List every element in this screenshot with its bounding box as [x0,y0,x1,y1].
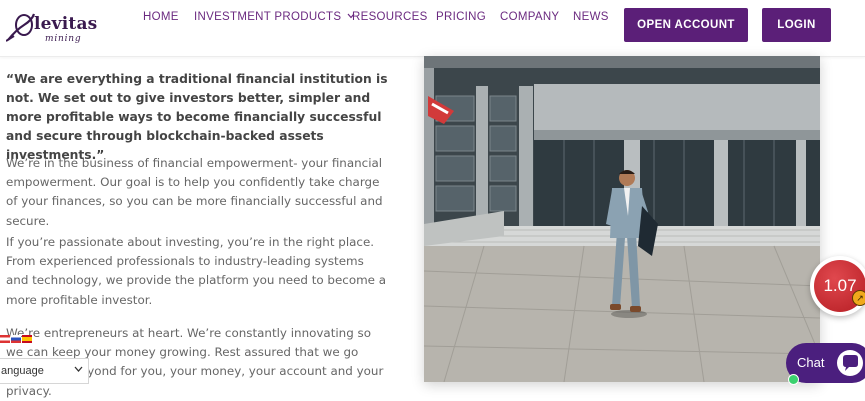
language-select[interactable]: anguage [0,358,89,384]
nav-pricing[interactable]: PRICING [436,11,486,23]
paragraph-investing: If you’re passionate about investing, yo… [6,235,387,307]
price-widget[interactable]: 1.07 [810,256,865,316]
nav-investment-products-label: INVESTMENT PRODUCTS [194,11,342,23]
flag-icon[interactable] [11,335,21,343]
nav-resources[interactable]: RESOURCES [352,11,428,23]
businessman-building-photo [424,56,820,382]
brand-subname: mining [45,34,82,44]
online-status-dot [788,374,799,385]
paragraph-empowerment: We’re in the business of financial empow… [6,156,383,228]
chat-bubble-icon [837,350,863,376]
logo-mark-icon [6,13,36,42]
chevron-down-icon [74,365,83,376]
brand-logo[interactable]: levitas mining [6,10,97,44]
flag-icon[interactable] [0,335,10,343]
nav-company[interactable]: COMPANY [500,11,559,23]
open-account-button[interactable]: OPEN ACCOUNT [624,8,748,42]
language-flags[interactable] [0,335,33,343]
flag-icon[interactable] [22,335,32,343]
coin-icon: ↗ [852,290,865,306]
nav-home[interactable]: HOME [143,11,179,23]
hero-photo [424,56,820,382]
nav-news[interactable]: NEWS [573,11,609,23]
chat-label: Chat [797,355,825,370]
brand-name: levitas [34,14,98,34]
login-button[interactable]: LOGIN [762,8,831,42]
language-select-label: anguage [1,365,44,377]
mission-quote: “We are everything a traditional financi… [6,72,388,162]
site-header: levitas mining HOME INVESTMENT PRODUCTS … [0,0,865,57]
nav-investment-products[interactable]: INVESTMENT PRODUCTS [194,11,355,23]
